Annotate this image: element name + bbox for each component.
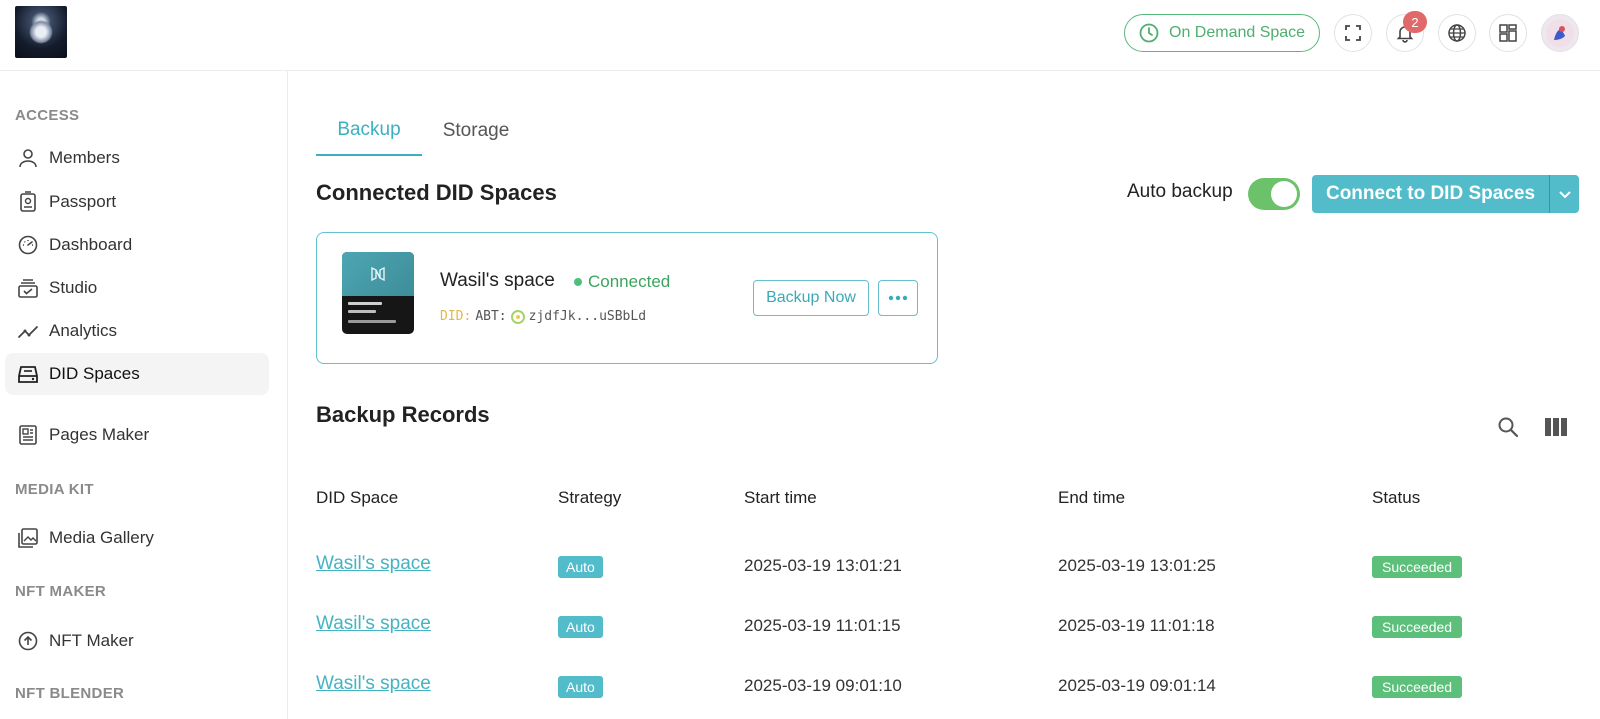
- did-type: ABT:: [475, 309, 507, 324]
- columns-icon: [1545, 418, 1567, 436]
- sidebar-item-members[interactable]: Members: [5, 137, 269, 179]
- strategy-badge: Auto: [558, 616, 603, 638]
- avatar-icon: [1546, 19, 1574, 47]
- person-icon: [19, 149, 37, 168]
- strategy-badge: Auto: [558, 556, 603, 578]
- backup-records-title: Backup Records: [316, 402, 490, 427]
- on-demand-space-button[interactable]: On Demand Space: [1124, 14, 1320, 52]
- sidebar-item-nft-maker[interactable]: NFT Maker: [5, 620, 269, 662]
- sidebar-item-label: Passport: [49, 192, 117, 211]
- clock-icon: [1139, 23, 1159, 43]
- backup-now-button[interactable]: Backup Now: [753, 280, 869, 316]
- connect-to-did-spaces-button[interactable]: Connect to DID Spaces: [1312, 175, 1549, 213]
- sidebar-item-label: Studio: [49, 278, 98, 297]
- passport-icon: [20, 191, 36, 212]
- start-time: 2025-03-19 09:01:10: [744, 676, 902, 695]
- notification-count-badge: 2: [1403, 11, 1427, 33]
- sidebar-item-label: Media Gallery: [49, 528, 154, 547]
- sidebar-item-studio[interactable]: Studio: [5, 267, 269, 309]
- tab-backup[interactable]: Backup: [316, 106, 422, 156]
- space-link[interactable]: Wasil's space: [316, 673, 431, 694]
- space-thumbnail: [342, 252, 414, 334]
- status-badge: Succeeded: [1372, 676, 1463, 698]
- tab-storage[interactable]: Storage: [422, 106, 530, 156]
- sidebar-item-media-gallery[interactable]: Media Gallery: [5, 517, 269, 559]
- fullscreen-button[interactable]: [1334, 14, 1372, 52]
- gauge-icon: [18, 235, 38, 255]
- connection-status: Connected: [574, 272, 670, 292]
- column-header-strategy[interactable]: Strategy: [558, 488, 621, 508]
- apps-button[interactable]: [1489, 14, 1527, 52]
- space-name: Wasil's space: [440, 270, 555, 291]
- sidebar-item-pages-maker[interactable]: Pages Maker: [5, 414, 269, 456]
- space-link[interactable]: Wasil's space: [316, 553, 431, 574]
- table-row: Wasil's space Auto 2025-03-19 13:01:21 2…: [316, 552, 1580, 612]
- sidebar-item-label: DID Spaces: [49, 364, 140, 383]
- did-value[interactable]: zjdfJk...uSBbLd: [529, 309, 646, 324]
- end-time: 2025-03-19 13:01:25: [1058, 556, 1216, 575]
- column-header-start-time[interactable]: Start time: [744, 488, 817, 508]
- section-media-kit: MEDIA KIT: [15, 481, 94, 498]
- columns-button[interactable]: [1541, 412, 1571, 442]
- sidebar-item-dashboard[interactable]: Dashboard: [5, 224, 269, 266]
- status-badge: Succeeded: [1372, 616, 1463, 638]
- language-button[interactable]: [1438, 14, 1476, 52]
- connect-options-dropdown[interactable]: [1549, 175, 1579, 213]
- space-link[interactable]: Wasil's space: [316, 613, 431, 634]
- apps-grid-icon: [1499, 24, 1517, 42]
- column-header-did-space[interactable]: DID Space: [316, 488, 398, 508]
- auto-backup-toggle[interactable]: [1248, 178, 1300, 210]
- start-time: 2025-03-19 11:01:15: [744, 616, 901, 635]
- did-prefix: DID:: [440, 309, 472, 324]
- fullscreen-icon: [1345, 25, 1361, 41]
- did-spaces-logo-icon: [371, 266, 385, 282]
- more-options-button[interactable]: [878, 280, 918, 316]
- table-row: Wasil's space Auto 2025-03-19 09:01:10 2…: [316, 672, 1580, 716]
- pages-icon: [19, 425, 37, 445]
- sidebar-item-passport[interactable]: Passport: [5, 181, 269, 223]
- table-row: Wasil's space Auto 2025-03-19 11:01:15 2…: [316, 612, 1580, 672]
- sidebar-item-did-spaces[interactable]: DID Spaces: [5, 353, 269, 395]
- end-time: 2025-03-19 09:01:14: [1058, 676, 1216, 695]
- sidebar-item-analytics[interactable]: Analytics: [5, 310, 269, 352]
- section-nft-blender: NFT BLENDER: [15, 685, 125, 702]
- upload-circle-icon: [18, 631, 38, 651]
- section-access: ACCESS: [15, 107, 80, 124]
- search-icon: [1498, 417, 1519, 438]
- gallery-icon: [18, 528, 38, 548]
- search-button[interactable]: [1493, 412, 1523, 442]
- strategy-badge: Auto: [558, 676, 603, 698]
- chevron-down-icon: [1558, 191, 1571, 199]
- app-logo[interactable]: [15, 6, 67, 58]
- on-demand-space-label: On Demand Space: [1169, 24, 1306, 41]
- sidebar-item-label: NFT Maker: [49, 631, 134, 650]
- start-time: 2025-03-19 13:01:21: [744, 556, 902, 575]
- user-avatar[interactable]: [1541, 14, 1579, 52]
- connected-did-spaces-title: Connected DID Spaces: [316, 180, 557, 205]
- top-header: On Demand Space 2: [0, 0, 1600, 71]
- more-horizontal-icon: [888, 295, 908, 301]
- column-header-end-time[interactable]: End time: [1058, 488, 1125, 508]
- studio-icon: [18, 279, 38, 298]
- column-header-status[interactable]: Status: [1372, 488, 1420, 508]
- sidebar: ACCESS Members Passport Dashboard Studio…: [0, 71, 288, 719]
- end-time: 2025-03-19 11:01:18: [1058, 616, 1215, 635]
- status-badge: Succeeded: [1372, 556, 1463, 578]
- sidebar-item-label: Dashboard: [49, 235, 133, 254]
- connection-status-text: Connected: [588, 272, 671, 291]
- analytics-icon: [18, 326, 38, 338]
- globe-icon: [1448, 24, 1466, 42]
- drive-icon: [18, 366, 38, 383]
- section-nft-maker: NFT MAKER: [15, 583, 107, 600]
- did-avatar-icon: [510, 309, 525, 324]
- auto-backup-label: Auto backup: [1127, 181, 1233, 202]
- status-dot-icon: [574, 278, 582, 286]
- sidebar-item-label: Members: [49, 148, 120, 167]
- sidebar-item-label: Pages Maker: [49, 425, 150, 444]
- did-address: DID: ABT: zjdfJk...uSBbLd: [440, 309, 646, 324]
- sidebar-item-label: Analytics: [49, 321, 118, 340]
